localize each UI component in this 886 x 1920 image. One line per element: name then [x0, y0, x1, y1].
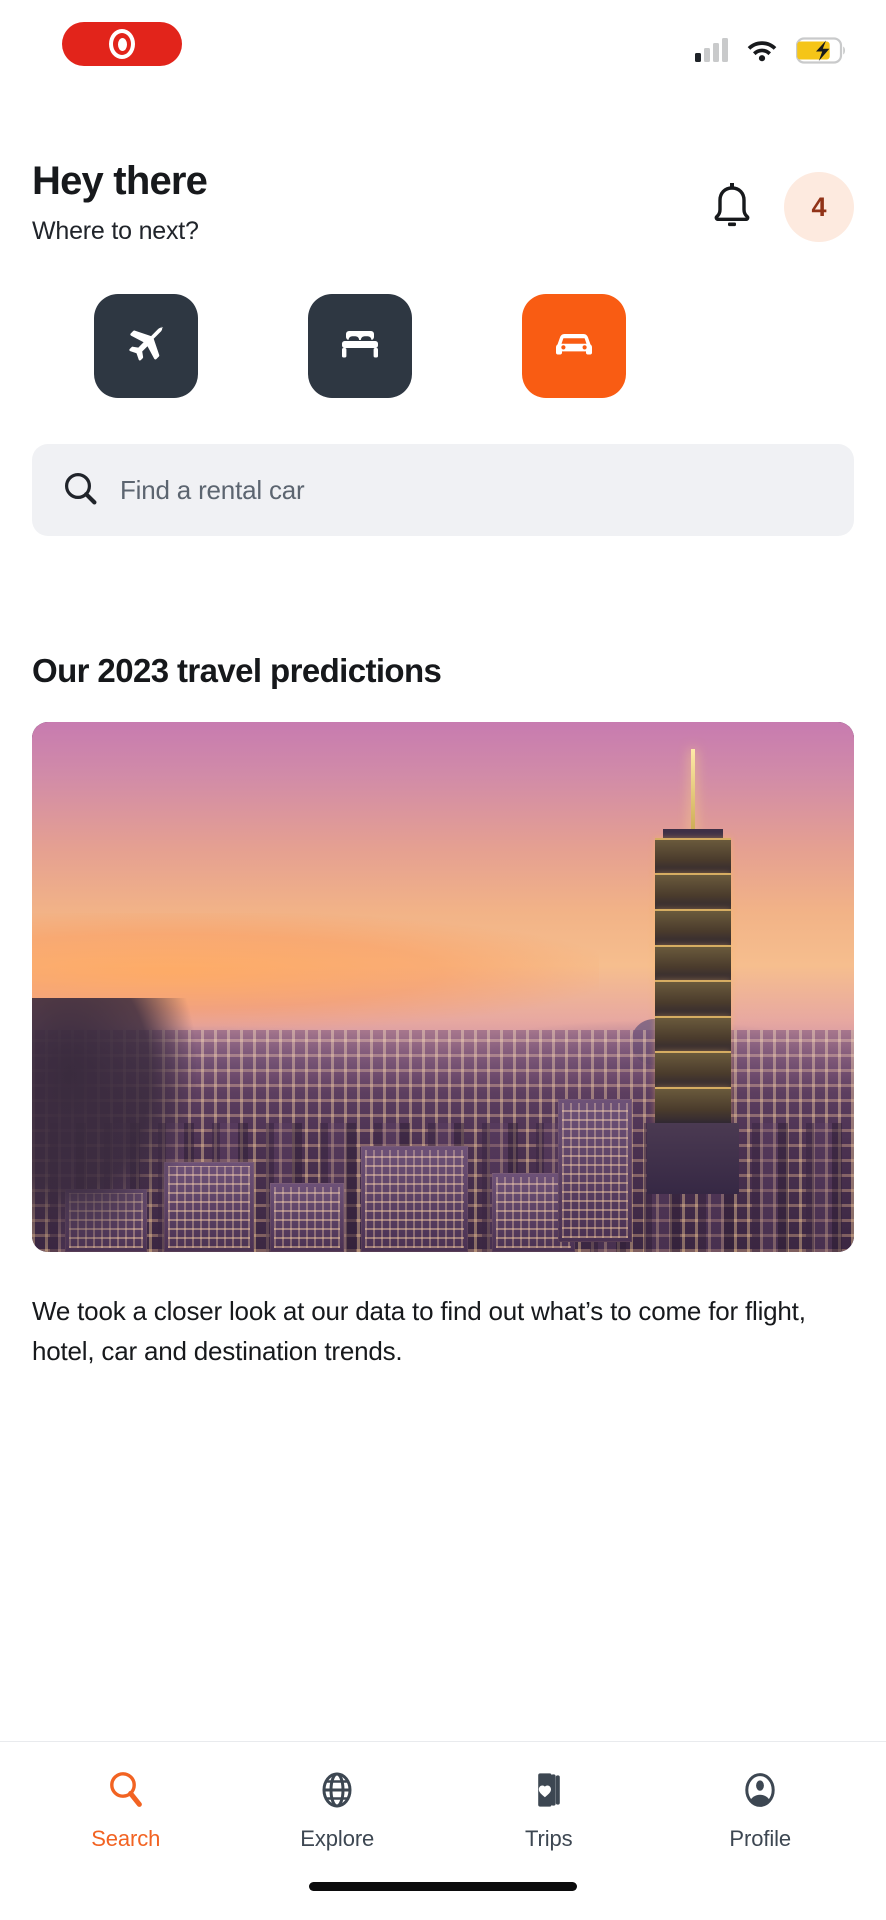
- building-block: [360, 1146, 468, 1253]
- predictions-title: Our 2023 travel predictions: [32, 652, 442, 690]
- building-block: [270, 1183, 345, 1253]
- category-cars-button[interactable]: [522, 294, 626, 399]
- nav-label: Trips: [524, 1826, 573, 1851]
- header-actions: 4: [710, 158, 854, 242]
- category-flights-button[interactable]: [94, 294, 198, 399]
- home-indicator-area: [0, 1852, 886, 1920]
- greeting-row: Hey there Where to next? 4: [32, 100, 854, 246]
- bottom-navigation: Search Explore Trips Profile: [0, 1741, 886, 1852]
- screen-recording-indicator[interactable]: [62, 22, 182, 66]
- nav-item-profile[interactable]: Profile: [655, 1768, 867, 1852]
- record-ring-icon: [109, 29, 135, 59]
- nav-item-trips[interactable]: Trips: [443, 1768, 655, 1852]
- badge-count: 4: [811, 191, 827, 222]
- status-icons: [695, 36, 848, 64]
- status-bar: [0, 0, 886, 100]
- person-icon: [740, 1768, 780, 1812]
- category-buttons: [32, 294, 854, 399]
- home-indicator[interactable]: [309, 1881, 577, 1891]
- main-content: Hey there Where to next? 4 Find a rental…: [0, 100, 886, 1741]
- page-subtitle: Where to next?: [32, 217, 199, 246]
- app-screen: Hey there Where to next? 4 Find a rental…: [0, 0, 886, 1920]
- nav-label: Explore: [300, 1826, 375, 1851]
- nav-label: Search: [91, 1826, 161, 1851]
- globe-icon: [317, 1768, 357, 1812]
- predictions-image[interactable]: [32, 722, 854, 1253]
- predictions-description: We took a closer look at our data to fin…: [32, 1296, 806, 1366]
- search-bar[interactable]: Find a rental car: [32, 444, 854, 537]
- greeting-text-group: Hey there Where to next?: [32, 158, 208, 246]
- car-icon: [550, 328, 598, 365]
- building-block: [558, 1098, 633, 1242]
- nav-item-explore[interactable]: Explore: [232, 1768, 444, 1852]
- wifi-icon: [746, 38, 778, 62]
- nav-label: Profile: [729, 1826, 792, 1851]
- cellular-signal-icon: [695, 38, 728, 62]
- notifications-button[interactable]: [710, 181, 754, 234]
- search-icon: [106, 1768, 146, 1812]
- search-input[interactable]: Find a rental car: [120, 475, 305, 506]
- search-icon: [62, 470, 98, 511]
- taipei-101-tower: [646, 748, 739, 1194]
- foreground-foliage: [32, 997, 197, 1253]
- avatar-badge[interactable]: 4: [784, 172, 854, 242]
- bed-icon: [337, 327, 383, 366]
- trips-cards-heart-icon: [529, 1768, 569, 1812]
- battery-charging-icon: [795, 36, 848, 64]
- bell-icon: [710, 181, 754, 234]
- category-stays-button[interactable]: [308, 294, 412, 399]
- page-title: Hey there: [32, 159, 208, 203]
- airplane-icon: [124, 322, 168, 371]
- nav-item-search[interactable]: Search: [20, 1768, 232, 1852]
